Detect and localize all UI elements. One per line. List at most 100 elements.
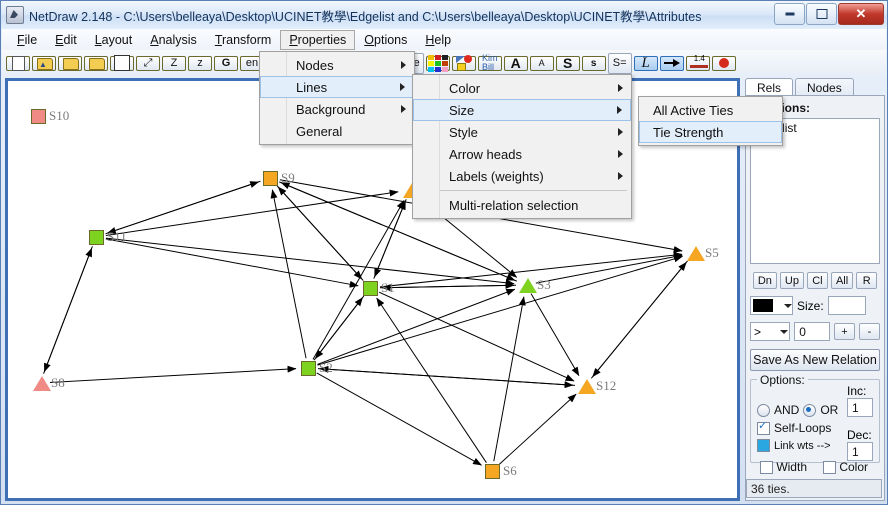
curved-lines-button[interactable]: L [633,55,658,71]
size-large-label: S [563,55,573,71]
graph-button[interactable]: G [214,55,238,71]
menu-item-arrow-heads[interactable]: Arrow heads [413,143,631,165]
or-radio[interactable] [803,403,817,417]
close-button[interactable]: ✕ [838,3,884,25]
font-large-button[interactable]: A [503,55,528,71]
flag-marker-button[interactable] [451,55,476,71]
size-input[interactable] [827,296,866,315]
zoom-in-button[interactable]: Z [162,55,186,71]
dec-box: Dec: 1 [847,428,873,461]
node-label: S5 [705,245,719,260]
options-caption: Options: [757,373,808,387]
maximize-button[interactable] [806,3,837,25]
all-button[interactable]: All [830,272,854,289]
folder-icon [62,55,79,71]
menu-properties[interactable]: Properties [280,29,356,50]
inc-input[interactable]: 1 [847,398,873,417]
threshold-input[interactable]: 0 [794,322,830,341]
open-folder-button[interactable] [58,55,82,71]
graph-edge[interactable] [106,180,261,234]
status-bar: 36 ties. [746,479,882,498]
new-file-button[interactable] [6,55,30,71]
size-large-button[interactable]: S [555,55,580,71]
menu-transform[interactable]: Transform [206,30,281,50]
clear-button[interactable]: Cl [806,272,828,289]
menu-layout[interactable]: Layout [86,30,142,50]
decrease-button[interactable]: - [859,323,880,340]
menu-item-size[interactable]: Size [413,99,631,121]
size-small-label: s [590,57,597,69]
swatch-icon [427,54,448,72]
color-checkbox[interactable] [823,461,836,474]
width-color-row: Width Color [750,460,878,474]
menu-item-general[interactable]: General [260,120,414,142]
color-palette-button[interactable] [425,54,450,72]
graph-edge[interactable] [317,255,683,366]
and-radio[interactable] [757,403,770,417]
menu-item-tie-strength[interactable]: Tie Strength [639,121,782,143]
graph-edge[interactable] [499,393,577,465]
minimize-button[interactable] [774,3,805,25]
menu-item-multi-relation-selection[interactable]: Multi-relation selection [413,194,631,216]
menu-help[interactable]: Help [416,30,460,50]
graph-edge[interactable] [378,291,575,382]
increase-button[interactable]: + [834,323,855,340]
graph-edge[interactable] [592,260,689,378]
menu-edit[interactable]: Edit [46,30,86,50]
graph-edge[interactable] [270,189,307,359]
graph-edge[interactable] [530,293,580,377]
graph-edge[interactable] [319,365,576,386]
menu-item-labels-weights[interactable]: Labels (weights) [413,165,631,187]
up-button[interactable]: Up [779,272,804,289]
zoom-out-button[interactable]: z [188,55,212,71]
link-wts-checkbox[interactable] [757,439,770,452]
layout-label: en [245,57,259,69]
node-label: S8 [51,375,65,390]
kim-bill-icon: Kim Bill [481,53,498,72]
menu-analysis[interactable]: Analysis [141,30,206,50]
menu-item-nodes[interactable]: Nodes [260,54,414,76]
expand-icon: ⤢ [143,56,153,69]
operator-value: > [754,324,762,339]
graph-edge[interactable] [43,247,93,374]
red-dot-button[interactable] [711,55,736,71]
menu-item-color[interactable]: Color [413,77,631,99]
graph-edge[interactable] [381,284,517,292]
graph-edge[interactable] [374,199,407,278]
down-button[interactable]: Dn [752,272,777,289]
graph-edge[interactable] [376,297,487,463]
reverse-button[interactable]: R [856,272,878,289]
menu-item-lines[interactable]: Lines [260,76,414,98]
graph-edge[interactable] [535,253,683,284]
menu-item-background[interactable]: Background [260,98,414,120]
size-label: Size: [797,298,824,313]
menu-item-style[interactable]: Style [413,121,631,143]
inc-label: Inc: [847,384,867,398]
menu-file[interactable]: File [8,30,46,50]
node-label: S6 [503,463,517,478]
color-swatch [753,299,773,312]
font-small-button[interactable]: A [529,55,554,71]
size-equal-button[interactable]: S= [607,52,632,74]
open-attributes-button[interactable]: A [84,55,108,71]
graph-edge[interactable] [493,296,526,462]
dec-input[interactable]: 1 [847,442,873,461]
options-group: Options: Inc: 1 AND OR Dec: 1 Self [750,373,880,463]
fit-screen-button[interactable]: ⤢ [136,55,160,71]
arrow-heads-button[interactable] [659,55,684,71]
size-small-button[interactable]: s [581,55,606,71]
save-as-new-relation-button[interactable]: Save As New Relation [750,349,880,371]
width-checkbox[interactable] [759,461,773,474]
resize-button[interactable] [110,55,134,71]
menu-options[interactable]: Options [355,30,416,50]
operator-select[interactable]: > [750,322,791,341]
line-color-select[interactable] [750,296,793,315]
zoom-out-label: z [197,57,203,69]
open-file-button[interactable]: ▲ [32,55,56,71]
node-labels-button[interactable]: Kim Bill [477,53,502,72]
menu-item-all-active-ties[interactable]: All Active Ties [639,99,782,121]
tie-weights-button[interactable]: 1.4 [685,54,710,71]
self-loops-checkbox[interactable] [757,419,770,435]
size-equal-label: S= [612,57,627,69]
graph-edge[interactable] [49,365,297,383]
